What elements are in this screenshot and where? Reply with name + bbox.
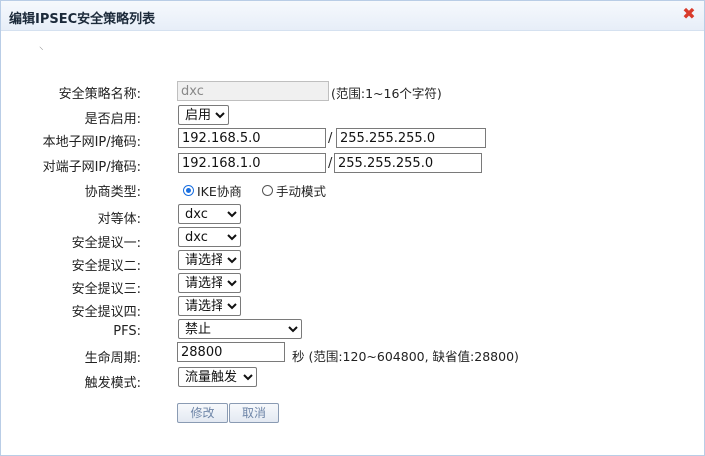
proposal1-select[interactable]: dxc — [178, 227, 241, 247]
proposal1-label: 安全提议一: — [71, 236, 141, 251]
proposal3-label: 安全提议三: — [71, 282, 141, 297]
negotiation-manual-label: 手动模式 — [276, 184, 327, 199]
policy-name-hint: (范围:1~16个字符) — [331, 86, 442, 101]
ipsec-policy-dialog: 编辑IPSEC安全策略列表 ✖ ⸌ 安全策略名称: (范围:1~16个字符) 是… — [0, 0, 705, 456]
enabled-select[interactable]: 启用 — [178, 105, 229, 125]
peer-select[interactable]: dxc — [178, 204, 241, 224]
proposal4-label: 安全提议四: — [71, 305, 141, 320]
proposal2-select[interactable]: 请选择 — [178, 250, 241, 270]
remote-subnet-mask-input[interactable] — [334, 153, 482, 173]
cancel-button[interactable]: 取消 — [229, 403, 279, 423]
local-subnet-ip-input[interactable] — [178, 128, 326, 148]
radio-selected-icon — [183, 185, 194, 196]
dialog-titlebar: 编辑IPSEC安全策略列表 ✖ — [1, 1, 704, 31]
remote-subnet-ip-input[interactable] — [178, 153, 326, 173]
negotiation-ike-radio[interactable]: IKE协商 — [183, 181, 242, 200]
trigger-select[interactable]: 流量触发 — [178, 367, 257, 387]
dialog-title: 编辑IPSEC安全策略列表 — [9, 12, 156, 27]
decorative-mark: ⸌ — [39, 46, 44, 56]
modify-button[interactable]: 修改 — [177, 403, 228, 423]
proposal3-select[interactable]: 请选择 — [178, 273, 241, 293]
local-subnet-label: 本地子网IP/掩码: — [42, 135, 141, 150]
lifetime-input[interactable] — [177, 342, 285, 362]
local-subnet-mask-input[interactable] — [336, 128, 486, 148]
policy-name-input[interactable] — [177, 81, 329, 101]
trigger-label: 触发模式: — [84, 376, 141, 391]
negotiation-ike-label: IKE协商 — [197, 184, 242, 199]
negotiation-manual-radio[interactable]: 手动模式 — [262, 181, 326, 200]
remote-subnet-label: 对端子网IP/掩码: — [42, 160, 141, 175]
proposal2-label: 安全提议二: — [71, 259, 141, 274]
policy-name-label: 安全策略名称: — [58, 87, 141, 102]
negotiation-label: 协商类型: — [84, 185, 141, 200]
radio-unselected-icon — [262, 185, 273, 196]
lifetime-hint: 秒 (范围:120~604800, 缺省值:28800) — [292, 349, 519, 364]
pfs-label: PFS: — [113, 324, 141, 339]
pfs-select[interactable]: 禁止 — [178, 319, 302, 339]
local-subnet-separator: / — [328, 131, 333, 146]
proposal4-select[interactable]: 请选择 — [178, 296, 241, 316]
remote-subnet-separator: / — [328, 156, 333, 171]
peer-label: 对等体: — [97, 212, 141, 227]
lifetime-label: 生命周期: — [84, 351, 141, 366]
close-icon[interactable]: ✖ — [682, 6, 696, 22]
enabled-label: 是否启用: — [84, 112, 141, 127]
